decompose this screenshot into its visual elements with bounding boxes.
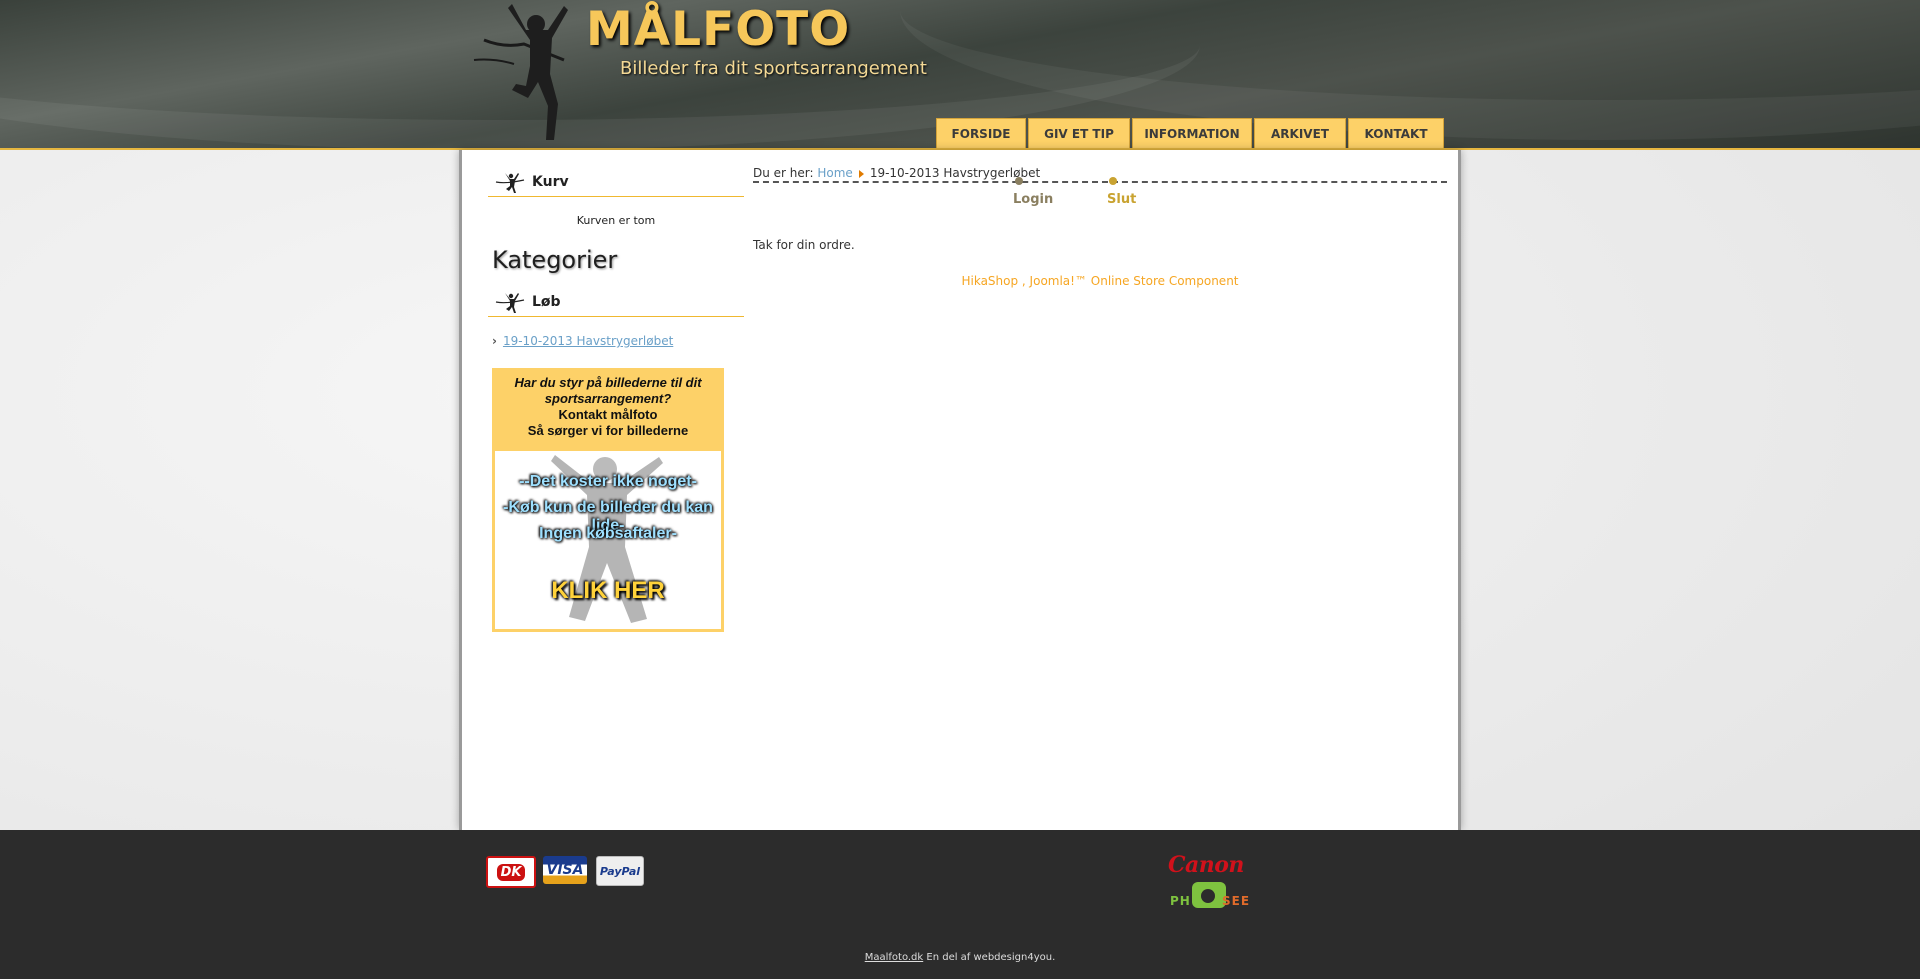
canon-logo: Canon [1168, 852, 1244, 878]
nav-kontakt[interactable]: KONTAKT [1348, 118, 1444, 148]
powered-by-link[interactable]: HikaShop , Joomla!™ Online Store Compone… [753, 274, 1447, 288]
main-container: Kurv Kurven er tom Kategorier Løb › 19-10… [459, 150, 1461, 830]
promo-question: Har du styr på billederne til dit sports… [514, 375, 702, 406]
breadcrumb-current: 19-10-2013 Havstrygerløbet [869, 166, 1041, 180]
runner-mini-icon [495, 173, 525, 193]
site-title: MÅLFOTO [586, 2, 851, 57]
site-header: MÅLFOTO Billeder fra dit sportsarrangeme… [0, 0, 1920, 150]
footer-credit-text: En del af webdesign4you. [923, 952, 1056, 963]
promo-top: Har du styr på billederne til dit sports… [495, 371, 721, 451]
paypal-label: PayPal [599, 864, 641, 878]
nav-giv-et-tip[interactable]: GIV ET TIP [1028, 118, 1130, 148]
breadcrumb-arrow-icon [858, 169, 864, 178]
footer-site-link[interactable]: Maalfoto.dk [865, 952, 923, 963]
visa-logo: VISA [543, 856, 587, 884]
order-thanks-message: Tak for din ordre. [753, 238, 855, 252]
promo-line-1: --Det koster ikke noget- [519, 473, 697, 490]
dankort-label: DK [496, 863, 526, 881]
step-dot-login [1015, 177, 1023, 185]
promo-bottom: --Det koster ikke noget- -Køb kun de bil… [495, 451, 721, 629]
paypal-logo: PayPal [596, 856, 644, 886]
cart-module-header: Kurv [488, 164, 744, 197]
cart-empty-text: Kurven er tom [576, 214, 656, 227]
breadcrumb: Du er her: Home 19-10-2013 Havstrygerløbe… [753, 166, 1040, 180]
cart-title: Kurv [532, 174, 569, 190]
main-nav: FORSIDE GIV ET TIP INFORMATION ARKIVET K… [936, 118, 1446, 148]
checkout-steps-line [753, 181, 1447, 183]
site-tagline: Billeder fra dit sportsarrangement [620, 58, 927, 79]
phosee-logo: PH SEE [1170, 882, 1250, 910]
promo-contact-2: Så sørger vi for billederne [527, 423, 689, 438]
breadcrumb-prefix: Du er her: [753, 166, 814, 180]
race-title: Løb [532, 294, 561, 310]
nav-information[interactable]: INFORMATION [1132, 118, 1252, 148]
step-dot-slut [1109, 177, 1117, 185]
site-footer: DK VISA PayPal Canon PH SEE Maalfoto.dk … [0, 830, 1920, 979]
step-login: Login [1013, 192, 1054, 207]
promo-contact-1: Kontakt målfoto [558, 407, 658, 422]
phosee-text-a: PH [1170, 894, 1191, 908]
runner-mini-icon [495, 293, 525, 313]
promo-banner[interactable]: Har du styr på billederne til dit sports… [492, 368, 724, 632]
category-link[interactable]: 19-10-2013 Havstrygerløbet [503, 334, 673, 348]
category-item: › 19-10-2013 Havstrygerløbet [492, 334, 673, 348]
camera-icon [1192, 882, 1226, 908]
promo-cta-button[interactable]: KLIK HER [495, 577, 721, 605]
nav-forside[interactable]: FORSIDE [936, 118, 1026, 148]
breadcrumb-home-link[interactable]: Home [817, 166, 852, 180]
race-module-header: Løb [488, 284, 744, 317]
dankort-logo: DK [486, 856, 536, 888]
categories-heading: Kategorier [492, 246, 618, 274]
runner-logo-icon [473, 4, 568, 140]
chevron-right-icon: › [492, 334, 497, 348]
phosee-text-b: SEE [1222, 894, 1251, 908]
step-slut: Slut [1107, 192, 1137, 207]
visa-label: VISA [546, 862, 584, 878]
promo-line-3: Ingen købsaftaler- [539, 525, 677, 542]
nav-arkivet[interactable]: ARKIVET [1254, 118, 1346, 148]
footer-credit: Maalfoto.dk En del af webdesign4you. [0, 952, 1920, 963]
